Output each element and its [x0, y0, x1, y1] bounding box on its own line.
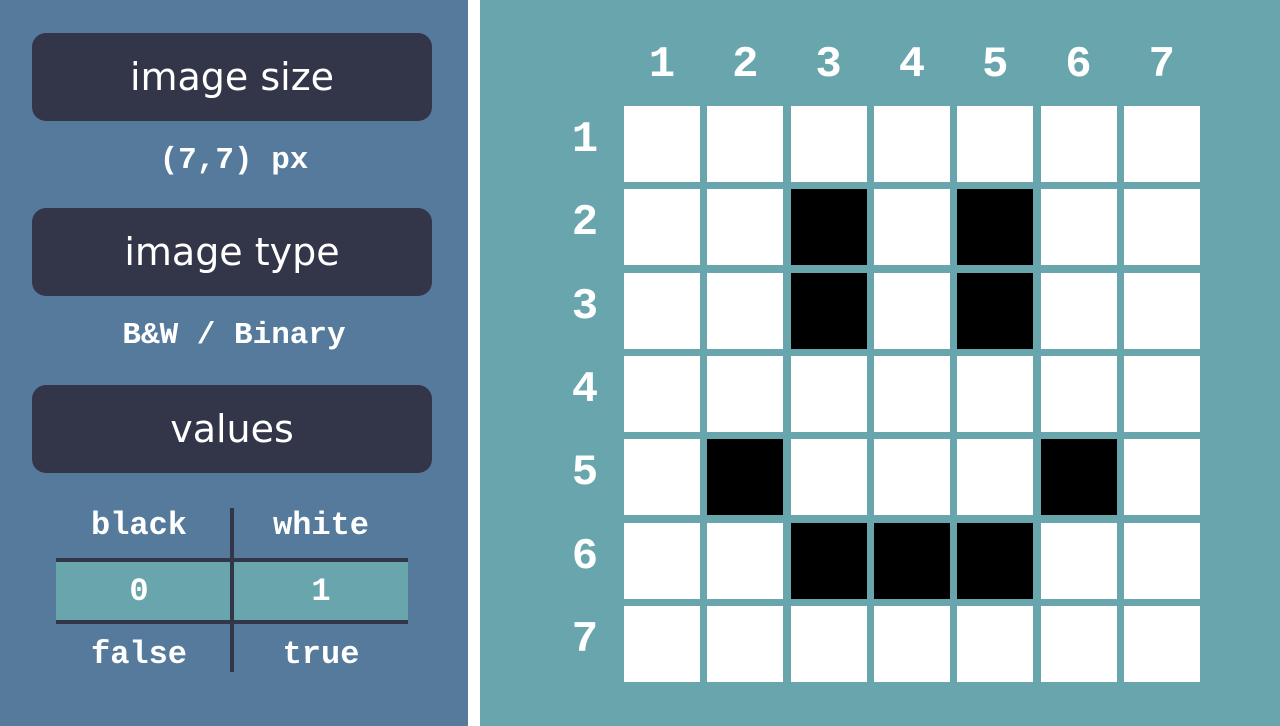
column-label: 2: [732, 40, 759, 90]
pixel-cell: [624, 272, 700, 349]
pixel-cell: [957, 605, 1034, 682]
pixel-cell: [790, 106, 867, 182]
pixel-cell: [707, 106, 784, 182]
pixel-cell: [957, 272, 1034, 349]
pixel-cell: [873, 272, 950, 349]
row-label: 2: [571, 198, 599, 249]
table-header-white: white: [272, 507, 369, 544]
image-size-value: (7,7) px: [159, 143, 309, 178]
pixel-cell: [1040, 355, 1117, 432]
pixel-cell: [957, 355, 1034, 432]
image-size-header: image size: [32, 33, 432, 121]
panel-divider: [468, 0, 480, 726]
row-label: 3: [571, 281, 599, 332]
pixel-cell: [1040, 106, 1117, 182]
pixel-cell: [1040, 272, 1117, 349]
pixel-cell: [790, 605, 867, 682]
pixel-cell: [1040, 522, 1117, 599]
row-label: 4: [571, 364, 599, 415]
pixel-cell: [1123, 106, 1200, 182]
column-label: 7: [1148, 40, 1175, 90]
pixel-cell: [1040, 439, 1117, 516]
pixel-cell: [873, 439, 950, 516]
row-label: 1: [571, 115, 599, 165]
pixel-cell: [873, 189, 950, 266]
pixel-cell: [624, 605, 700, 682]
pixel-cell: [790, 439, 867, 516]
pixel-cell: [1040, 189, 1117, 266]
image-type-header: image type: [32, 208, 432, 296]
column-label: 1: [648, 40, 676, 90]
pixel-cell: [707, 439, 784, 516]
table-value-white: 1: [311, 572, 331, 610]
pixel-cell: [624, 522, 700, 599]
pixel-cell: [1123, 189, 1200, 266]
pixel-cell: [790, 522, 867, 599]
pixel-cell: [790, 189, 867, 266]
pixel-cell: [1123, 605, 1200, 682]
table-value-black: 0: [129, 572, 149, 610]
pixel-cell: [707, 522, 784, 599]
pixel-cell: [873, 355, 950, 432]
pixel-cell: [707, 189, 784, 266]
pixel-cell: [1123, 522, 1200, 599]
pixel-cell: [873, 106, 950, 182]
column-label: 4: [898, 40, 926, 90]
pixel-cell: [707, 605, 784, 682]
row-label: 6: [571, 531, 599, 582]
image-type-value: B&W / Binary: [122, 318, 346, 353]
pixel-cell: [1040, 605, 1117, 682]
table-footer-black: false: [90, 636, 187, 673]
pixel-cell: [957, 522, 1034, 599]
pixel-cell: [873, 605, 950, 682]
pixel-cell: [624, 355, 700, 432]
pixel-cell: [624, 106, 700, 182]
pixel-cell: [624, 189, 700, 266]
column-label: 3: [815, 40, 842, 90]
pixel-cell: [1123, 272, 1200, 349]
pixel-cell: [790, 355, 867, 432]
pixel-cell: [707, 355, 784, 432]
pixel-cell: [957, 439, 1034, 516]
pixel-cell: [624, 439, 700, 516]
pixel-cell: [957, 189, 1034, 266]
column-label: 6: [1065, 40, 1092, 90]
row-label: 7: [571, 614, 599, 665]
pixel-cell: [1123, 439, 1200, 516]
row-label: 5: [571, 448, 599, 499]
table-footer-white: true: [282, 636, 360, 673]
pixel-cell: [790, 272, 867, 349]
info-panel: image size (7,7) px image type B&W / Bin…: [0, 0, 468, 726]
values-header: values: [32, 385, 432, 473]
column-label: 5: [981, 40, 1009, 90]
pixel-cell: [957, 106, 1034, 182]
pixel-cell: [873, 522, 950, 599]
pixel-cell: [1123, 355, 1200, 432]
pixel-cell: [707, 272, 784, 349]
table-header-black: black: [90, 507, 187, 544]
